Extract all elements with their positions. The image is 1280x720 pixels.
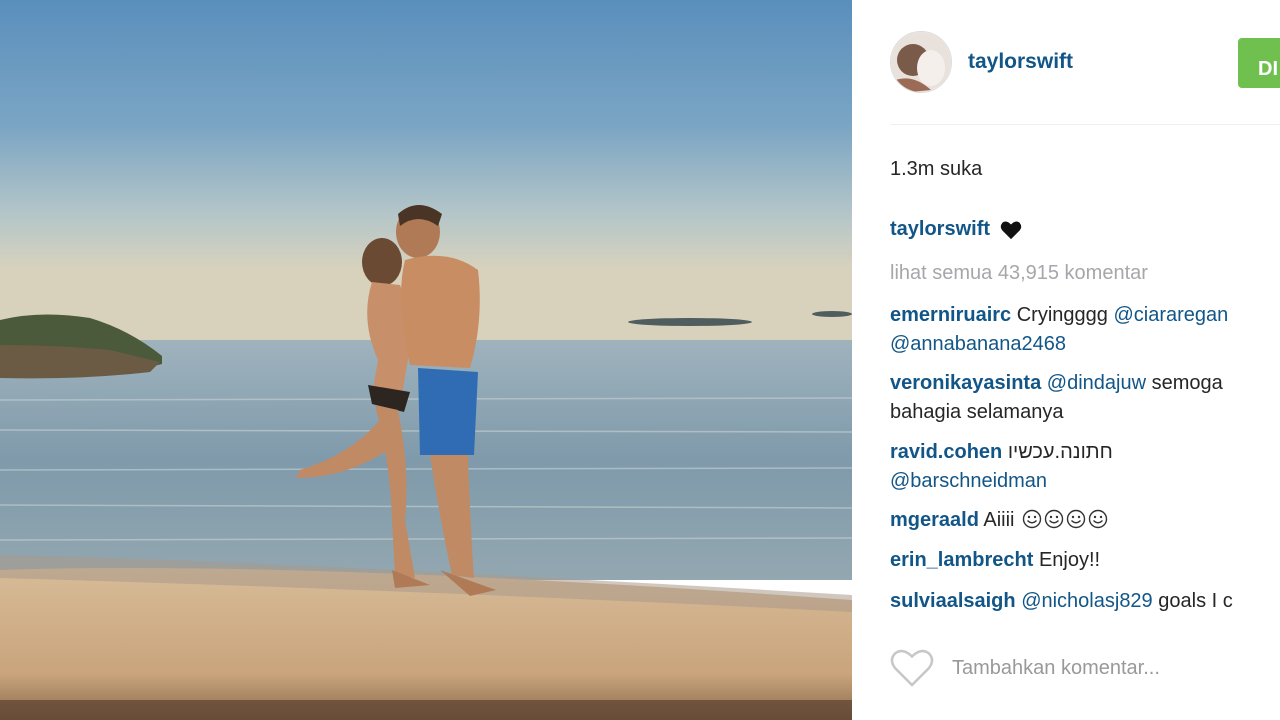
comment-mention[interactable]: @ciararegan [1113, 304, 1228, 326]
heart-outline-icon[interactable] [890, 648, 934, 688]
comment-input[interactable] [952, 650, 1280, 686]
list-item-continued: @barschneidman [890, 466, 1047, 496]
avatar[interactable] [890, 31, 952, 93]
smiley-icon [1022, 509, 1042, 529]
smiley-icon [1044, 509, 1064, 529]
smiley-icon [1088, 509, 1108, 529]
comment-text: semoga [1151, 372, 1223, 394]
header-divider [890, 124, 1280, 125]
post-sidebar: taylorswift DI 1.3m suka taylorswift lih… [852, 0, 1280, 720]
comment-username[interactable]: mgeraald [890, 509, 979, 531]
avatar-image [891, 32, 951, 92]
list-item: veronikayasinta @dindajuw semoga [890, 368, 1223, 398]
view-all-comments-link[interactable]: lihat semua 43,915 komentar [890, 262, 1148, 285]
author-username[interactable]: taylorswift [968, 50, 1073, 74]
list-item-continued: bahagia selamanya [890, 397, 1063, 427]
comment-text: goals I c [1158, 590, 1233, 612]
list-item-continued: @annabanana2468 [890, 329, 1066, 359]
caption-username[interactable]: taylorswift [890, 218, 990, 241]
comment-mention[interactable]: @barschneidman [890, 470, 1047, 492]
comment-text: Aiiii [983, 509, 1015, 531]
smiley-icon [1066, 509, 1086, 529]
list-item: ravid.cohen חתונה.עכשיו [890, 437, 1113, 467]
comment-username[interactable]: sulviaalsaigh [890, 590, 1016, 612]
comment-mention[interactable]: @nicholasj829 [1021, 590, 1153, 612]
post-caption: taylorswift [890, 218, 1022, 241]
comment-username[interactable]: erin_lambrecht [890, 549, 1033, 571]
comment-mention[interactable]: @annabanana2468 [890, 333, 1066, 355]
comment-text: bahagia selamanya [890, 401, 1064, 423]
black-heart-icon [1000, 220, 1022, 239]
comment-text: Enjoy!! [1038, 549, 1101, 571]
post-photo[interactable] [0, 0, 852, 720]
comment-mention[interactable]: @dindajuw [1047, 372, 1146, 394]
comment-username[interactable]: emerniruairc [890, 304, 1011, 326]
comment-text: Cryingggg [1016, 304, 1108, 326]
list-item: emerniruairc Cryingggg @ciararegan [890, 300, 1228, 330]
post-header: taylorswift DI [890, 30, 1280, 94]
beach-kiss-photo [0, 0, 852, 720]
likes-count[interactable]: 1.3m suka [890, 158, 982, 181]
comment-username[interactable]: ravid.cohen [890, 441, 1002, 463]
add-comment-bar [890, 648, 1280, 688]
comment-text: חתונה.עכשיו [1007, 441, 1113, 463]
follow-button[interactable]: DI [1238, 38, 1280, 88]
list-item: erin_lambrecht Enjoy!! [890, 545, 1100, 575]
comment-username[interactable]: veronikayasinta [890, 372, 1041, 394]
list-item: mgeraald Aiiii [890, 505, 1108, 535]
list-item: sulviaalsaigh @nicholasj829 goals I c [890, 586, 1233, 616]
